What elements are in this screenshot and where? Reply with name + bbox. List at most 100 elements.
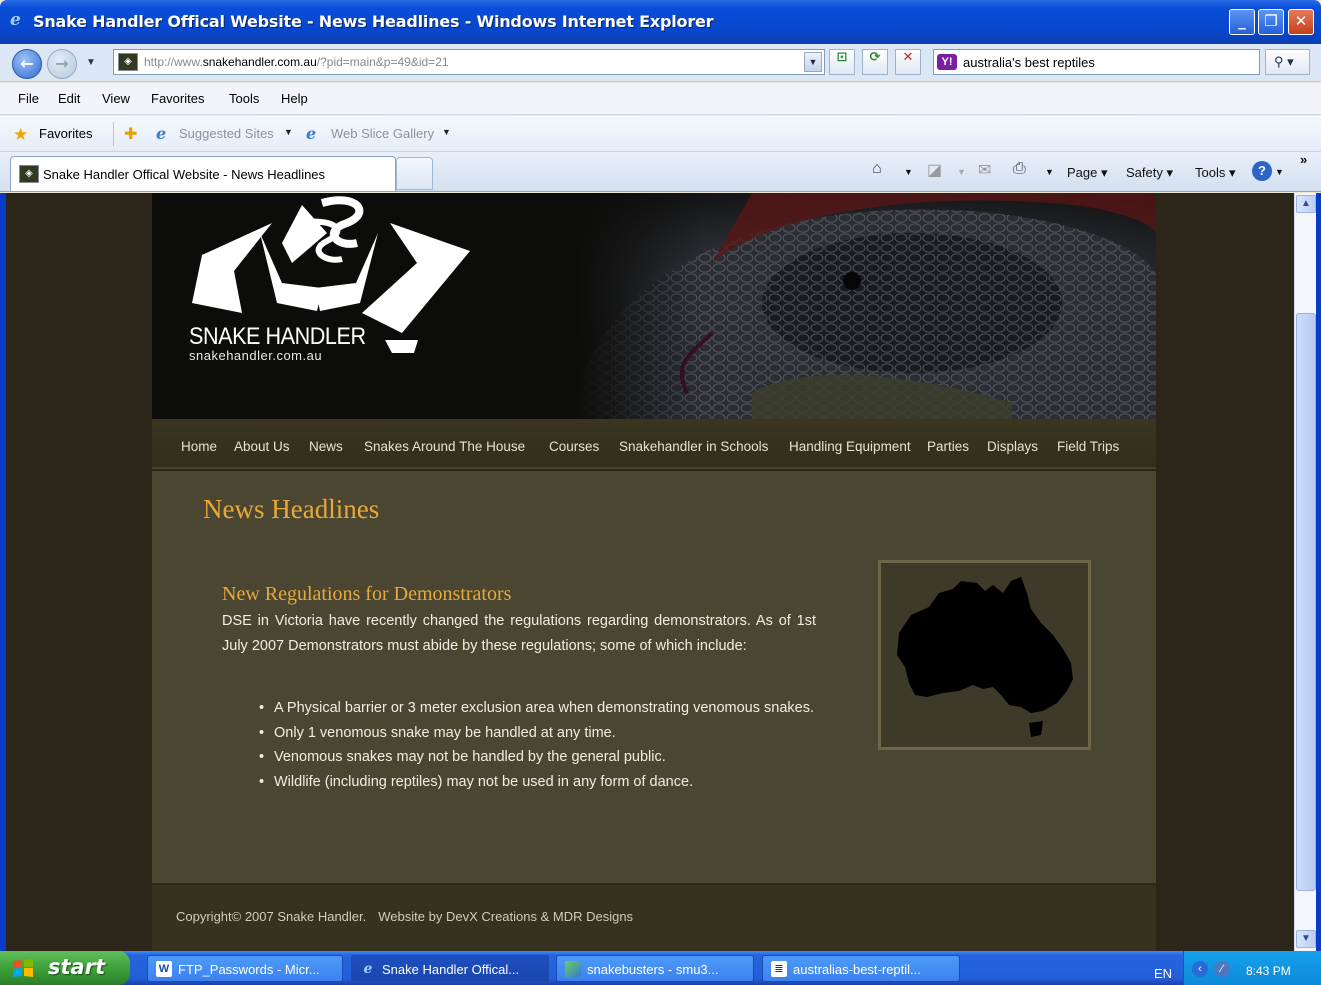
nav-snakes-around-the-house[interactable]: Snakes Around The House [364, 439, 525, 454]
nav-field-trips[interactable]: Field Trips [1057, 439, 1119, 454]
taskbar-item-snakebusters[interactable]: snakebusters - smu3... [556, 955, 754, 982]
compatibility-view-icon[interactable]: ⊡ [829, 49, 855, 75]
window-titlebar[interactable]: e Snake Handler Offical Website - News H… [0, 0, 1321, 44]
page-title: News Headlines [203, 494, 380, 524]
taskbar-item-snake-handler[interactable]: e Snake Handler Offical... [351, 955, 549, 982]
nav-parties[interactable]: Parties [927, 439, 969, 454]
footer-text: Copyright© 2007 Snake Handler. Website by… [176, 909, 633, 924]
scroll-up-arrow-icon[interactable]: ▲ [1296, 195, 1316, 213]
favorites-bar: ★ Favorites ✚ e Suggested Sites ▼ e Web … [0, 116, 1321, 152]
notepad-icon: ≣ [771, 961, 787, 977]
nav-about-us[interactable]: About Us [234, 439, 290, 454]
tab-bar: ◈ Snake Handler Offical Website - News H… [0, 152, 1321, 192]
add-to-favorites-icon[interactable]: ✚ [124, 124, 137, 144]
close-window-button[interactable]: ✕ [1288, 9, 1314, 35]
site-banner: SNAKE HANDLER snakehandler.com.au [152, 193, 1156, 419]
tab-label: Snake Handler Offical Website - News Hea… [43, 167, 326, 182]
menu-favorites[interactable]: Favorites [151, 91, 204, 106]
list-item: Wildlife (including reptiles) may not be… [259, 770, 822, 795]
taskbar-item-label: Snake Handler Offical... [382, 962, 520, 977]
start-label: start [48, 955, 106, 979]
url-path: /?pid=main&p=49&id=21 [316, 55, 449, 69]
forward-button[interactable]: → [47, 49, 77, 79]
suggested-sites-link[interactable]: Suggested Sites [179, 126, 274, 141]
site-favicon-icon: ◈ [118, 53, 138, 71]
recent-pages-dropdown-icon[interactable]: ▼ [86, 57, 96, 68]
nav-snakehandler-in-schools[interactable]: Snakehandler in Schools [619, 439, 768, 454]
restore-button[interactable]: ❐ [1258, 9, 1284, 35]
menu-bar: File Edit View Favorites Tools Help [0, 83, 1321, 115]
clock: 8:43 PM [1246, 964, 1291, 978]
site-nav: Home About Us News Snakes Around The Hou… [152, 419, 1156, 469]
tools-menu-label: Tools [1195, 165, 1226, 180]
more-commands-chevron-icon[interactable]: » [1300, 152, 1307, 167]
home-dropdown-icon[interactable]: ▼ [904, 167, 913, 177]
address-dropdown-icon[interactable]: ▼ [804, 52, 822, 72]
stop-icon[interactable]: ✕ [895, 49, 921, 75]
feeds-dropdown-icon[interactable]: ▼ [957, 167, 966, 177]
menu-file[interactable]: File [18, 91, 39, 106]
web-slice-dropdown-icon[interactable]: ▼ [442, 127, 451, 137]
tab-active[interactable]: ◈ Snake Handler Offical Website - News H… [10, 156, 396, 191]
windows-flag-icon [13, 959, 33, 977]
suggested-sites-dropdown-icon[interactable]: ▼ [284, 127, 293, 137]
home-icon[interactable]: ⌂ [872, 160, 882, 178]
footer-credits-link[interactable]: Website by DevX Creations & MDR Designs [378, 909, 633, 924]
refresh-icon[interactable]: ⟳ [862, 49, 888, 75]
nav-news[interactable]: News [309, 439, 343, 454]
search-input[interactable]: Y! australia's best reptiles [933, 49, 1260, 75]
nav-displays[interactable]: Displays [987, 439, 1038, 454]
list-item: Venomous snakes may not be handled by th… [259, 745, 822, 770]
taskbar-item-label: australias-best-reptil... [793, 962, 921, 977]
taskbar-item-label: snakebusters - smu3... [587, 962, 719, 977]
menu-view[interactable]: View [102, 91, 130, 106]
nav-home[interactable]: Home [181, 439, 217, 454]
network-icon[interactable]: ⁄ [1214, 961, 1230, 977]
yahoo-search-icon: Y! [937, 54, 957, 70]
menu-help[interactable]: Help [281, 91, 308, 106]
search-button[interactable]: ⚲ ▾ [1265, 49, 1310, 75]
taskbar-item-ftp-passwords[interactable]: W FTP_Passwords - Micr... [147, 955, 343, 982]
nav-courses[interactable]: Courses [549, 439, 599, 454]
australia-silhouette [897, 577, 1073, 737]
minimize-button[interactable]: _ [1229, 9, 1255, 35]
mail-icon[interactable]: ✉ [978, 160, 991, 180]
help-icon[interactable]: ? [1252, 161, 1272, 181]
start-button[interactable]: start [0, 951, 130, 985]
back-button[interactable]: ← [12, 49, 42, 79]
scroll-down-arrow-icon[interactable]: ▼ [1296, 930, 1316, 948]
nav-handling-equipment[interactable]: Handling Equipment [789, 439, 911, 454]
address-url: http://www.snakehandler.com.au/?pid=main… [144, 55, 449, 69]
taskbar-item-australias-best-reptiles[interactable]: ≣ australias-best-reptil... [762, 955, 960, 982]
article-title: New Regulations for Demonstrators [222, 583, 512, 605]
favorites-star-icon[interactable]: ★ [13, 125, 28, 145]
scroll-thumb[interactable] [1296, 313, 1316, 891]
article-body: DSE in Victoria have recently changed th… [222, 613, 816, 654]
new-tab-button[interactable] [396, 157, 433, 190]
feeds-icon[interactable]: ◪ [927, 160, 942, 180]
australia-map-image [878, 560, 1091, 750]
language-indicator[interactable]: EN [1154, 966, 1172, 981]
main-content: News Headlines New Regulations for Demon… [152, 471, 1156, 883]
print-dropdown-icon[interactable]: ▼ [1045, 167, 1054, 177]
site-logo-subtitle: snakehandler.com.au [189, 348, 323, 363]
site-logo-title[interactable]: SNAKE HANDLER [189, 323, 366, 351]
address-input[interactable]: ◈ http://www.snakehandler.com.au/?pid=ma… [113, 49, 825, 75]
tools-menu[interactable]: Tools ▾ [1195, 165, 1236, 181]
toolbar-divider [113, 122, 114, 146]
print-icon[interactable]: ⎙ [1013, 160, 1026, 178]
url-prefix: http://www. [144, 55, 203, 69]
app-icon [565, 961, 581, 977]
taskbar-item-label: FTP_Passwords - Micr... [178, 962, 320, 977]
menu-edit[interactable]: Edit [58, 91, 80, 106]
suggested-sites-icon: e [156, 124, 167, 143]
safety-menu-label: Safety [1126, 165, 1163, 180]
menu-tools[interactable]: Tools [229, 91, 259, 106]
help-dropdown-icon[interactable]: ▼ [1275, 167, 1284, 177]
page-menu[interactable]: Page ▾ [1067, 165, 1108, 181]
safety-menu[interactable]: Safety ▾ [1126, 165, 1173, 181]
vertical-scrollbar[interactable]: ▲ ▼ [1294, 193, 1316, 951]
tray-expand-icon[interactable]: ‹ [1192, 961, 1208, 977]
web-slice-gallery-link[interactable]: Web Slice Gallery [331, 126, 434, 141]
favorites-button[interactable]: Favorites [39, 126, 92, 141]
